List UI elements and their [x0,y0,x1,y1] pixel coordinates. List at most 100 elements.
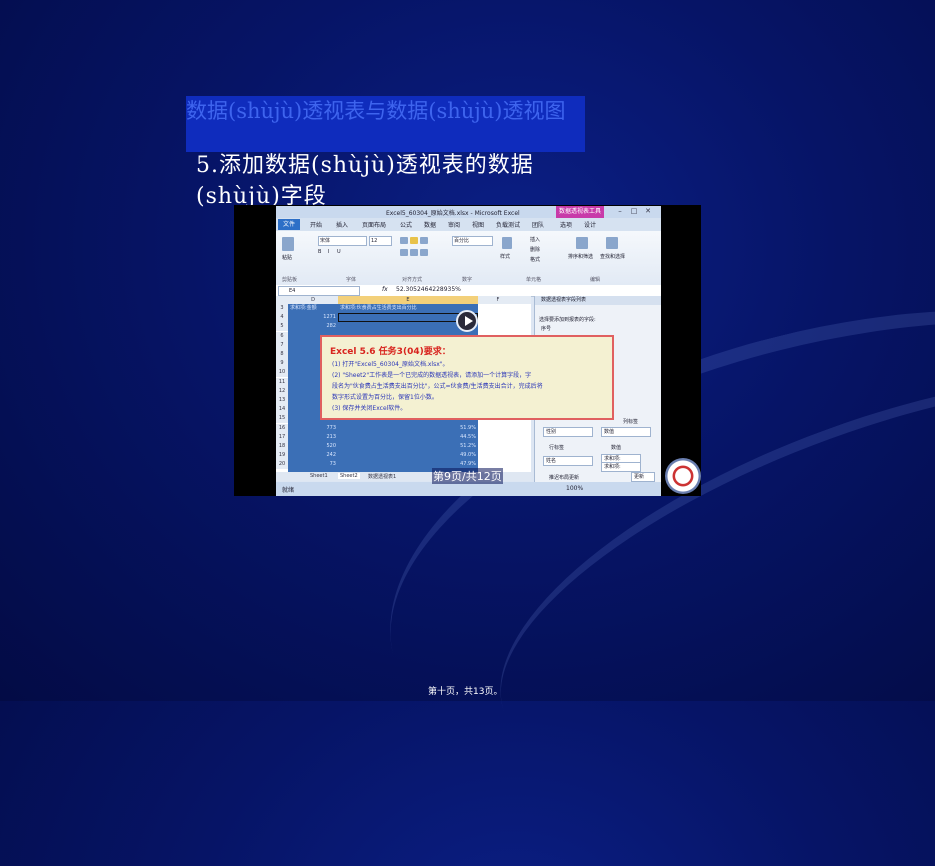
tab-load-test[interactable]: 负载测试 [496,220,520,229]
field-gender[interactable]: 性别 [543,427,593,437]
column-header[interactable]: F [478,296,518,304]
header-cell[interactable]: 求和项:伙食费占生活费支出百分比 [340,304,478,313]
row-number[interactable]: 8 [276,350,288,359]
close-icon[interactable]: ✕ [642,207,654,216]
cell-amount[interactable]: 282 [290,322,336,331]
sort-filter-label: 排序和筛选 [568,254,594,260]
task-line: (1) 打开"Excel5_60304_原始文档.xlsx"。 [332,361,449,368]
task-line: 段名为"伙食费占生活费支出百分比"，公式=伙食费/生活费支出合计，完成后将 [332,383,543,390]
align-center-icon[interactable] [410,249,418,256]
cell-amount[interactable]: 1271 [290,313,336,322]
row-number[interactable]: 17 [276,432,288,442]
play-button[interactable] [456,310,478,332]
cell-amount[interactable]: 213 [290,433,336,442]
row-number[interactable]: 12 [276,386,288,396]
field-values-column[interactable]: 数值 [601,427,651,437]
task-line: (2) "Sheet2"工作表是一个已完成的数据透视表，请添加一个计算字段，字 [332,372,532,379]
row-number[interactable]: 13 [276,396,288,405]
column-header[interactable]: D [288,296,338,304]
sheet-tab-sheet2[interactable]: Sheet2 [338,473,360,479]
font-name-select[interactable]: 宋体 [318,236,367,246]
align-top-icon[interactable] [400,237,408,244]
styles-icon[interactable] [502,237,512,249]
tab-data[interactable]: 数据 [424,220,436,229]
page-counter: 第9页/共12页 [432,468,503,484]
row-number[interactable]: 7 [276,340,288,350]
italic-icon[interactable]: I [328,249,329,255]
window-title: Excel5_60304_原始文档.xlsx - Microsoft Excel [386,210,520,217]
defer-layout-checkbox[interactable]: 推迟布局更新 [549,474,579,481]
tab-review[interactable]: 审阅 [448,220,460,229]
cell-amount[interactable]: 242 [290,451,336,460]
group-editing: 编辑 [590,277,601,283]
align-left-icon[interactable] [400,249,408,256]
panel-title: 数据透视表字段列表 [535,296,661,305]
cell-percent[interactable]: 44.5% [340,433,476,442]
slide-footer: 第十页，共13页。 [428,687,503,697]
cell-percent[interactable]: 51.2% [340,442,476,451]
context-tab-pivot-tools[interactable]: 数据透视表工具 [556,206,604,218]
maximize-icon[interactable]: □ [628,207,640,216]
excel-titlebar: Excel5_60304_原始文档.xlsx - Microsoft Excel… [276,206,661,218]
tab-team[interactable]: 团队 [532,220,544,229]
column-header[interactable]: E [338,296,478,304]
sheet-tab-pivot1[interactable]: 数据透视表1 [368,473,396,480]
group-cells: 单元格 [526,277,542,283]
underline-icon[interactable]: U [337,249,341,255]
format-cells-button[interactable]: 格式 [530,256,540,263]
field-name[interactable]: 姓名 [543,456,593,466]
tab-design[interactable]: 设计 [584,220,596,229]
align-middle-icon[interactable] [410,237,418,244]
header-cell[interactable]: 求和项:金额 [290,304,338,313]
field-sum-2[interactable]: 求和项: [601,462,641,472]
bold-icon[interactable]: B [318,249,321,255]
align-right-icon[interactable] [420,249,428,256]
row-number[interactable]: 14 [276,405,288,415]
minimize-icon[interactable]: – [614,207,626,216]
find-select-icon[interactable] [606,237,618,249]
tab-view[interactable]: 视图 [472,220,484,229]
tab-page-layout[interactable]: 页面布局 [362,220,386,229]
cell-amount[interactable]: 73 [290,460,336,469]
task-title: Excel 5.6 任务3(04)要求： [330,347,451,357]
row-number[interactable]: 20 [276,460,288,470]
university-logo [665,458,701,494]
delete-cells-button[interactable]: 删除 [530,246,540,253]
name-box[interactable]: E4 [278,286,360,296]
row-number[interactable]: 6 [276,331,288,341]
tab-options[interactable]: 选项 [560,220,572,229]
tab-file[interactable]: 文件 [278,219,300,230]
row-number[interactable]: 15 [276,414,288,424]
tab-formulas[interactable]: 公式 [400,220,412,229]
row-number[interactable]: 18 [276,442,288,451]
cell-amount[interactable]: 520 [290,442,336,451]
paste-icon[interactable] [282,237,294,251]
update-button[interactable]: 更新 [631,472,655,482]
row-number[interactable]: 10 [276,368,288,378]
formula-input[interactable]: 52.3052464228935% [396,286,461,293]
row-number[interactable]: 4 [276,313,288,323]
zoom-level[interactable]: 100% [566,485,583,492]
cell-percent[interactable]: 51.9% [340,424,476,433]
tab-home[interactable]: 开始 [310,220,322,229]
sheet-tab-sheet1[interactable]: Sheet1 [310,473,328,479]
align-bottom-icon[interactable] [420,237,428,244]
row-number[interactable]: 19 [276,451,288,461]
group-number: 数字 [462,277,473,283]
cell-amount[interactable]: 773 [290,424,336,433]
row-number[interactable]: 9 [276,359,288,369]
row-number[interactable]: 5 [276,322,288,332]
insert-cells-button[interactable]: 插入 [530,236,540,243]
tab-insert[interactable]: 插入 [336,220,348,229]
sort-filter-icon[interactable] [576,237,588,249]
group-clipboard: 剪贴板 [282,277,298,283]
fx-icon[interactable]: fx [382,286,388,293]
row-number[interactable]: 3 [276,304,288,313]
font-size-select[interactable]: 12 [369,236,392,246]
row-number[interactable]: 11 [276,377,288,387]
number-format-select[interactable]: 百分比 [452,236,493,246]
cell-percent[interactable]: 49.0% [340,451,476,460]
field-checkbox-serial[interactable]: 序号 [541,325,551,332]
row-number[interactable]: 16 [276,423,288,433]
find-select-label: 查找和选择 [600,254,626,260]
